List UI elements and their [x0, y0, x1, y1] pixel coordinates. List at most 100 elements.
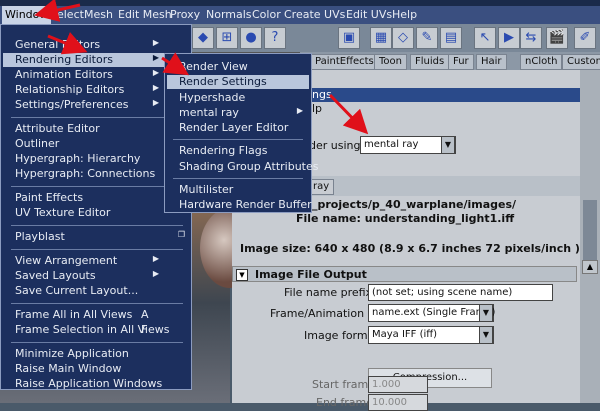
file-name-prefix-input[interactable]: (not set; using scene name)	[368, 284, 553, 301]
menu-item-playblast[interactable]: Playblast	[15, 230, 65, 244]
shelf-tab-toon[interactable]: Toon	[374, 54, 407, 70]
menu-item-render-settings[interactable]: Render Settings	[167, 75, 309, 89]
path-line: _projects/p_40_warplane/images/	[312, 198, 517, 211]
shortcut-a: A	[141, 308, 149, 321]
menu-item-general-editors[interactable]: General Editors	[15, 38, 100, 52]
menu-item-settings-preferences[interactable]: Settings/Preferences	[15, 98, 129, 112]
hypershade-icon[interactable]: ▦	[370, 27, 392, 49]
submenu-arrow-icon: ▶	[296, 106, 303, 115]
chevron-down-icon: ▼	[479, 326, 493, 344]
shelf-tab-fur[interactable]: Fur	[448, 54, 474, 70]
menu-item-saved-layouts[interactable]: Saved Layouts	[15, 269, 96, 283]
help-menu[interactable]: lp	[312, 102, 322, 116]
render-icon[interactable]: ▣	[338, 27, 360, 49]
chevron-down-icon: ▼	[441, 136, 455, 154]
menu-edit-uvs[interactable]: Edit UVs	[346, 8, 392, 21]
file-name-line: File name: understanding_light1.iff	[296, 212, 515, 225]
shelf-tab-ncloth[interactable]: nCloth	[520, 54, 563, 70]
submenu-arrow-icon: ▶	[152, 68, 159, 77]
submenu-arrow-icon: ▶	[152, 254, 159, 263]
image-file-output-header[interactable]: ▼ Image File Output	[232, 266, 577, 282]
light-icon[interactable]: ✎	[416, 27, 438, 49]
pointer-icon[interactable]: ↖	[474, 27, 496, 49]
menu-item-hypershade[interactable]: Hypershade	[179, 91, 245, 105]
menu-edit-mesh[interactable]: Edit Mesh	[118, 8, 172, 21]
menu-item-paint-effects[interactable]: Paint Effects	[15, 191, 83, 205]
menu-item-hardware-render-buffer[interactable]: Hardware Render Buffer	[179, 198, 312, 212]
window-title-text: ngs	[312, 88, 332, 101]
menu-normals[interactable]: Normals	[206, 8, 252, 21]
submenu-arrow-icon: ▶	[152, 53, 159, 62]
sphere-icon[interactable]: ●	[240, 27, 262, 49]
node-icon[interactable]: ◇	[392, 27, 414, 49]
collapse-icon[interactable]: ▼	[236, 269, 248, 281]
menu-separator	[11, 225, 183, 226]
shelf-tab-painteffects[interactable]: PaintEffects	[310, 54, 379, 70]
menu-item-uv-texture-editor[interactable]: UV Texture Editor	[15, 206, 110, 220]
menu-separator	[173, 139, 303, 140]
clapper-icon[interactable]: 🎬	[546, 27, 568, 49]
menu-separator	[11, 303, 183, 304]
shelf-tab-hair[interactable]: Hair	[476, 54, 507, 70]
menu-item-rendering-flags[interactable]: Rendering Flags	[179, 144, 268, 158]
menu-create-uvs[interactable]: Create UVs	[284, 8, 345, 21]
menu-window[interactable]: Window	[2, 6, 52, 24]
option-box-icon[interactable]: ❐	[178, 230, 185, 239]
shelf-tab-custom[interactable]: Custom	[562, 54, 600, 70]
file-name-prefix-label: File name prefix:	[284, 286, 376, 299]
brush-icon[interactable]: ✐	[574, 27, 596, 49]
menu-separator	[11, 117, 183, 118]
submenu-arrow-icon: ▶	[152, 98, 159, 107]
scroll-thumb[interactable]	[583, 200, 597, 260]
menu-separator	[173, 178, 303, 179]
menu-item-raise-main-window[interactable]: Raise Main Window	[15, 362, 121, 376]
menu-item-view-arrangement[interactable]: View Arrangement	[15, 254, 117, 268]
menu-item-multilister[interactable]: Multilister	[179, 183, 233, 197]
frame-ext-select[interactable]: name.ext (Single Frame) ▼	[368, 304, 495, 322]
menu-separator	[11, 186, 183, 187]
menu-select[interactable]: Select	[50, 8, 84, 21]
render-using-select[interactable]: mental ray ▼	[360, 136, 456, 154]
menu-separator	[11, 249, 183, 250]
menubar: Window Select Mesh Edit Mesh Proxy Norma…	[0, 6, 600, 24]
menu-separator	[11, 342, 183, 343]
menu-item-hypergraph-hierarchy[interactable]: Hypergraph: Hierarchy	[15, 152, 140, 166]
chevron-down-icon: ▼	[479, 304, 493, 322]
menu-item-hypergraph-connections[interactable]: Hypergraph: Connections	[15, 167, 155, 181]
menu-item-raise-application-windows[interactable]: Raise Application Windows	[15, 377, 162, 391]
camera-icon[interactable]: ▶	[498, 27, 520, 49]
section-title: Image File Output	[255, 268, 367, 281]
rendering-editors-submenu: Render View Render Settings Hypershade m…	[164, 53, 318, 213]
image-size-line: Image size: 640 x 480 (8.9 x 6.7 inches …	[240, 242, 580, 255]
menu-color[interactable]: Color	[252, 8, 281, 21]
menu-help[interactable]: Help	[392, 8, 417, 21]
menu-item-render-view[interactable]: Render View	[179, 60, 248, 74]
menu-item-mental-ray[interactable]: mental ray	[179, 106, 239, 120]
menu-item-animation-editors[interactable]: Animation Editors	[15, 68, 113, 82]
start-frame-input[interactable]: 1.000	[368, 376, 428, 393]
paint-icon[interactable]: ▤	[440, 27, 462, 49]
switch-icon[interactable]: ⇆	[520, 27, 542, 49]
cube-icon[interactable]: ◆	[192, 27, 214, 49]
scrollbar[interactable]: ▲	[580, 70, 600, 403]
submenu-arrow-icon: ▶	[152, 38, 159, 47]
menu-item-attribute-editor[interactable]: Attribute Editor	[15, 122, 100, 136]
menu-item-outliner[interactable]: Outliner	[15, 137, 59, 151]
image-format-select[interactable]: Maya IFF (iff) ▼	[368, 326, 494, 344]
shortcut-f: F	[141, 323, 148, 336]
menu-item-shading-group-attributes[interactable]: Shading Group Attributes	[179, 160, 318, 174]
menu-item-minimize-application[interactable]: Minimize Application	[15, 347, 129, 361]
menu-item-relationship-editors[interactable]: Relationship Editors	[15, 83, 124, 97]
menu-item-frame-all[interactable]: Frame All in All Views	[15, 308, 132, 322]
shelf-tabs: PaintEffects Toon Fluids Fur Hair nCloth…	[300, 52, 600, 70]
question-icon[interactable]: ?	[264, 27, 286, 49]
menu-item-render-layer-editor[interactable]: Render Layer Editor	[179, 121, 288, 135]
submenu-arrow-icon: ▶	[152, 83, 159, 92]
menu-mesh[interactable]: Mesh	[84, 8, 113, 21]
scroll-up-icon[interactable]: ▲	[582, 260, 598, 274]
menu-item-save-current-layout[interactable]: Save Current Layout...	[15, 284, 138, 298]
lattice-icon[interactable]: ⊞	[216, 27, 238, 49]
menu-proxy[interactable]: Proxy	[170, 8, 200, 21]
render-settings-body: _projects/p_40_warplane/images/ File nam…	[232, 196, 600, 411]
shelf-tab-fluids[interactable]: Fluids	[410, 54, 450, 70]
